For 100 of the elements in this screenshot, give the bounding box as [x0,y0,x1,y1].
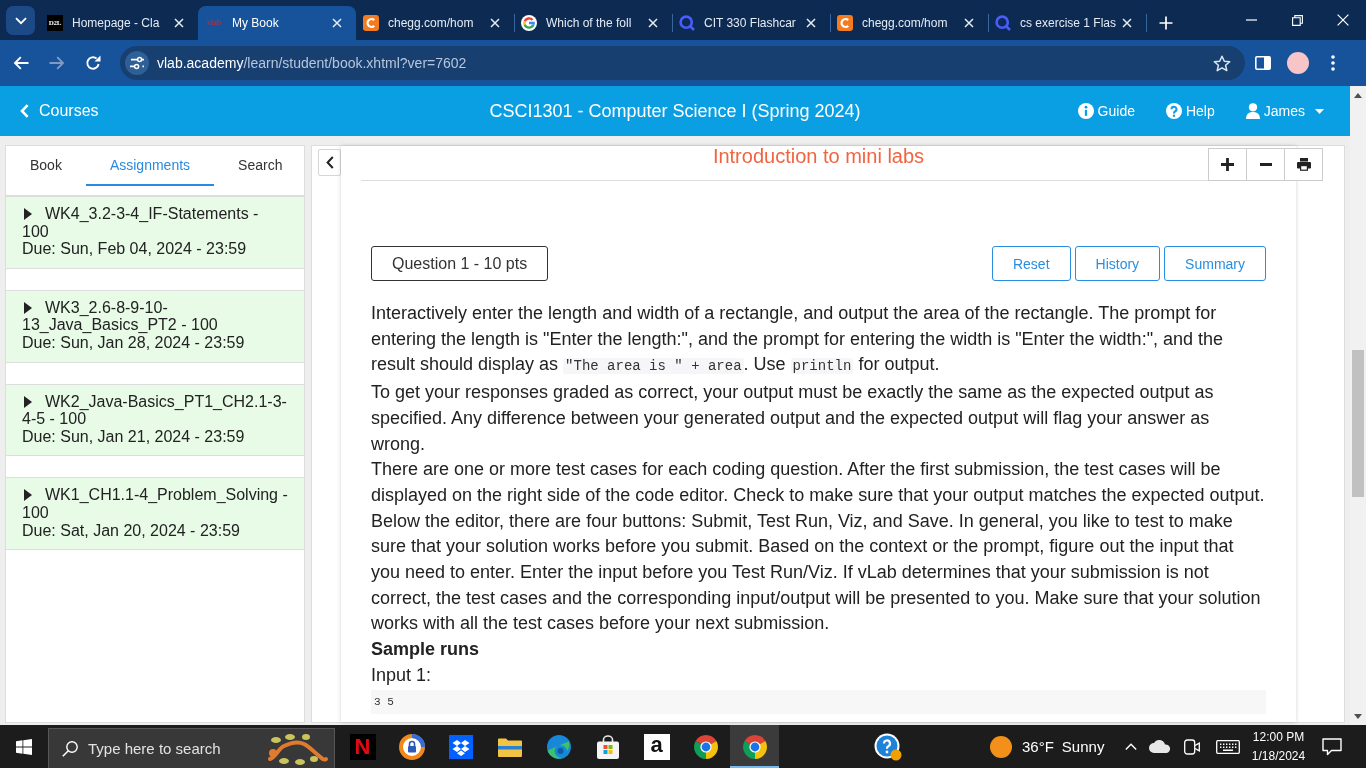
collapse-button[interactable] [318,149,341,176]
chevron-down-icon[interactable] [14,16,27,25]
g-ring-icon [521,15,537,31]
search-icon [62,740,78,757]
close-icon[interactable] [332,18,342,28]
assignment-title: WK1_CH1.1-4_Problem_Solving - 100 [22,486,288,521]
help-icon[interactable] [874,732,902,761]
plus-icon[interactable] [1159,16,1173,30]
side-panel-icon[interactable] [1254,56,1271,70]
tricolor-circle-icon [742,734,767,759]
search-input[interactable]: Type here to search [88,740,254,757]
tricolor-circle-icon [693,734,718,759]
weather-temperature[interactable]: 36°F [1022,738,1054,755]
camera-icon[interactable] [1184,737,1200,756]
history-button[interactable]: History [1074,246,1161,281]
scroll-down-icon[interactable] [1354,714,1362,719]
browser-tab[interactable]: vlab My Book [198,6,356,40]
assignment-title: WK2_Java-Basics_PT1_CH2.1-3-4-5 - 100 [22,392,287,428]
page-title: CSCI1301 - Computer Science I (Spring 2024) [489,100,861,122]
reset-button[interactable]: Reset [991,246,1071,281]
printer-icon [1296,158,1311,171]
reload-icon[interactable] [85,55,101,71]
restore-icon[interactable] [1291,14,1303,26]
summary-button[interactable]: Summary [1164,246,1266,281]
c-tile-icon [837,15,853,31]
clock-time[interactable]: 12:00 PM [1252,727,1305,747]
more-icon[interactable] [1330,55,1335,71]
close-icon[interactable] [964,18,974,28]
lesson-title: Introduction to mini labs [712,146,925,166]
taskbar-app-button[interactable] [730,725,779,768]
browser-tab[interactable]: CIT 330 Flashcar [672,6,830,40]
lock-ring-icon [398,733,425,760]
close-icon[interactable] [648,18,658,28]
instruction-paragraph: Interactively enter the length and width of a rectangle, and output the area of the rectangle. The prompt for entering the length is "Enter the length:", and the prompt for entering the width is "Enter the width:", and the result should display as "The area is " + area. Use println for output. [371,302,1225,377]
sliders-icon[interactable] [125,51,149,75]
cloud-icon[interactable] [1149,740,1171,753]
assignment-item[interactable]: WK4_3.2-3-4_IF-Statements - 100 Due: Sun, Feb 04, 2024 - 23:59 [6,196,304,269]
windows-logo-icon[interactable] [16,738,32,755]
avatar-icon[interactable] [1286,52,1309,74]
notification-icon[interactable] [1322,737,1342,756]
help-icon [1165,103,1182,119]
minus-icon [1259,163,1272,166]
swirl-circle-icon [546,734,571,759]
instruction-paragraph: To get your responses graded as correct, your output must be exactly the same as the expected output as specified. Any difference between your generated output and the expected output will flag your answer as wrong. [371,381,1215,456]
section-heading: Sample runs [371,638,481,662]
code-block: 3 5 [371,690,1266,715]
site-logo: vlab [206,17,222,29]
due-date: Due: Sun, Jan 28, 2024 - 23:59 [22,333,246,352]
close-icon[interactable] [806,18,816,28]
c-tile-icon [363,15,379,31]
app-logo: N [349,733,376,760]
back-arrow-icon[interactable] [13,56,29,70]
close-icon[interactable] [1122,18,1132,28]
sidebar-tab[interactable]: Book [6,146,86,186]
taskbar-app-button[interactable]: a [632,725,681,768]
instruction-paragraph: There are one or more test cases for each coding question. After the first submission, the test cases will be displayed on the right side of the code editor. Check to make sure that your output matches the expected output. Below the editor, there are four buttons: Submit, Test Run, Viz, and Save. In general, you like to test to make sure that your solution works before you submit. Based on the context or the prompt, figure out the input that you need to enter. Enter the input before you Test Run/Viz. If vLab determines that your submission is not correct, the test cases and the corresponding input/output will be presented to you. Make sure that your solution works with all the test cases before your next submission. [371,458,1266,636]
scrollbar-thumb[interactable] [1352,350,1364,497]
browser-tab[interactable]: cs exercise 1 Flas [988,6,1146,40]
caret-down-icon [1315,108,1324,114]
assignment-title: WK4_3.2-3-4_IF-Statements - 100 [22,205,259,240]
scroll-up-icon[interactable] [1354,93,1362,98]
sidebar-tab[interactable]: Search [214,146,307,186]
folder-icon [497,736,522,757]
q-ring-icon [679,15,695,31]
keyboard-icon[interactable] [1215,739,1240,754]
app-logo: a [643,733,670,760]
question-label: Question 1 - 10 pts [371,246,549,281]
sidebar-tab[interactable]: Assignments [85,146,215,186]
assignment-title: WK3_2.6-8-9-10-13_Java_Basics_PT2 - 100 [22,298,218,334]
due-date: Due: Sat, Jan 20, 2024 - 23:59 [22,521,241,540]
assignment-item[interactable]: WK3_2.6-8-9-10-13_Java_Basics_PT2 - 100 Due: Sun, Jan 28, 2024 - 23:59 [6,289,304,363]
close-icon[interactable] [174,18,184,28]
user-icon [1245,103,1260,119]
print-button[interactable] [1284,148,1323,181]
plus-icon [1221,158,1234,171]
clock-date[interactable]: 1/18/2024 [1251,746,1306,766]
info-icon [1077,103,1094,119]
address-field[interactable]: vlab.academy/learn/student/book.xhtml?ver=7602 [120,46,1245,80]
sun-icon[interactable] [990,735,1012,758]
minimize-icon[interactable] [1245,19,1257,21]
taskbar-app-button[interactable]: N [338,725,387,768]
q-ring-icon [995,15,1011,31]
shopping-bag-icon [595,734,620,759]
browser-tab[interactable]: chegg.com/hom [830,6,988,40]
close-icon[interactable] [490,18,500,28]
browser-tab[interactable]: chegg.com/hom [356,6,514,40]
diamond-tile-icon [448,734,473,759]
browser-tab[interactable]: Which of the foll [514,6,672,40]
page-scrollbar[interactable] [1350,86,1366,725]
zoom-out-button[interactable] [1246,148,1285,181]
input-label: Input 1: [371,663,433,687]
chevron-up-icon[interactable] [1125,743,1137,750]
due-date: Due: Sun, Jan 21, 2024 - 23:59 [22,427,246,446]
assignment-item[interactable]: WK2_Java-Basics_PT1_CH2.1-3-4-5 - 100 Due: Sun, Jan 21, 2024 - 23:59 [6,383,304,457]
due-date: Due: Sun, Feb 04, 2024 - 23:59 [22,240,248,258]
star-icon[interactable] [1213,54,1231,72]
zoom-in-button[interactable] [1208,148,1247,181]
weather-condition[interactable]: Sunny [1061,738,1105,755]
assignment-item[interactable]: WK1_CH1.1-4_Problem_Solving - 100 Due: Sat, Jan 20, 2024 - 23:59 [6,477,304,551]
chevron-left-icon [325,156,334,169]
